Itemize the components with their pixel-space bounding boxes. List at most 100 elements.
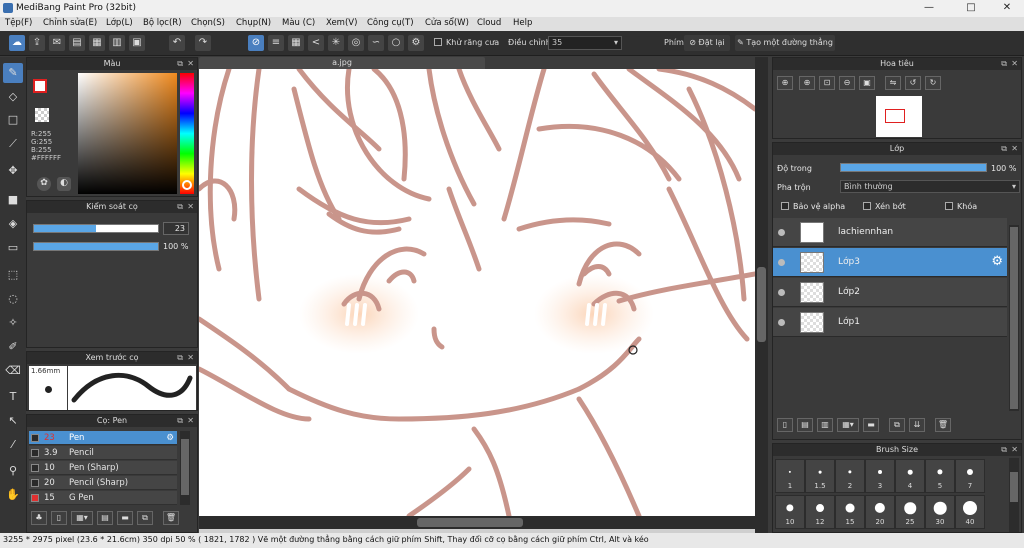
hue-handle[interactable] (182, 180, 192, 190)
brush-size-slider[interactable] (33, 224, 159, 233)
eye-icon[interactable] (778, 319, 785, 326)
viewport-indicator[interactable] (885, 109, 905, 123)
eye-icon[interactable] (778, 259, 785, 266)
palette-icon[interactable]: ✿ (37, 177, 51, 191)
actual-size-icon[interactable]: ▣ (859, 76, 875, 90)
brush-item[interactable]: 20 Pencil (Sharp) (29, 476, 177, 490)
menu-cloud[interactable]: Cloud (477, 18, 501, 28)
adjust-select[interactable]: 35 ▾ (548, 36, 622, 50)
bucket-tool-icon[interactable]: ◈ (3, 214, 23, 234)
float-icon[interactable]: ⧉ (1001, 143, 1007, 155)
float-icon[interactable]: ⧉ (177, 58, 183, 70)
close-icon[interactable]: ✕ (187, 201, 194, 213)
hue-slider[interactable] (180, 73, 194, 194)
grid-icon[interactable]: ▥ (109, 35, 125, 51)
brush-item[interactable]: 10 Pen (Sharp) (29, 461, 177, 475)
document-tab[interactable]: a.jpg (199, 57, 485, 69)
gear-icon[interactable]: ⚙ (991, 254, 1003, 269)
add-brush-icon[interactable]: ♣ (31, 511, 47, 525)
lock-checkbox[interactable]: Khóa (945, 202, 977, 211)
menu-filter[interactable]: Bộ lọc(R) (143, 18, 182, 28)
new-layer-8bit-icon[interactable]: ▤ (797, 418, 813, 432)
canvas[interactable] (199, 69, 768, 533)
menu-snap[interactable]: Chụp(N) (236, 18, 271, 28)
duplicate-icon[interactable]: ⧉ (137, 511, 153, 525)
eyedropper-tool-icon[interactable]: ⚲ (3, 461, 23, 481)
brush-tool-icon[interactable]: ✎ (3, 63, 23, 83)
gradient-tool-icon[interactable]: ▭ (3, 238, 23, 258)
brush-size-cell[interactable]: 2 (835, 459, 865, 493)
text-tool-icon[interactable]: T (3, 387, 23, 407)
brush-size-cell[interactable]: 15 (835, 495, 865, 529)
saturation-value-picker[interactable] (78, 73, 177, 194)
brush-size-value[interactable]: 23 (163, 222, 189, 235)
layer-row[interactable]: Lớp3 ⚙ (773, 248, 1007, 277)
layer-row[interactable]: lachiennhan (773, 218, 1007, 247)
crosshatch-snap-icon[interactable]: ▦ (288, 35, 304, 51)
page-icon[interactable]: ▦ (89, 35, 105, 51)
float-icon[interactable]: ⧉ (177, 201, 183, 213)
brush-size-cell[interactable]: 4 (895, 459, 925, 493)
float-icon[interactable]: ⧉ (177, 415, 183, 427)
brush-size-cell[interactable]: 3 (865, 459, 895, 493)
fit-icon[interactable]: ⊡ (819, 76, 835, 90)
divide-tool-icon[interactable]: ⁄ (3, 435, 23, 455)
zoom-in-icon[interactable]: ⊕ (777, 76, 793, 90)
vanish-snap-icon[interactable]: < (308, 35, 324, 51)
trash-icon[interactable]: 🗑 (163, 511, 179, 525)
maximize-icon[interactable]: □ (958, 0, 984, 17)
blur-tool-icon[interactable]: ⟋ (3, 134, 23, 154)
line-button[interactable]: ✎ Tạo một đường thẳng (735, 35, 835, 51)
menu-color[interactable]: Màu (C) (282, 18, 315, 28)
radial-snap-icon[interactable]: ✳ (328, 35, 344, 51)
close-icon[interactable]: ✕ (994, 0, 1020, 17)
protect-alpha-checkbox[interactable]: Bảo vệ alpha (781, 202, 845, 211)
zoom-out-icon[interactable]: ⊖ (839, 76, 855, 90)
new-layer-1bit-icon[interactable]: ▥ (817, 418, 833, 432)
brush-doc-icon[interactable]: ▤ (97, 511, 113, 525)
blend-mode-select[interactable]: Bình thường ▾ (840, 180, 1020, 193)
reset-button[interactable]: ⊘ Đặt lại (684, 35, 730, 51)
brush-list-scrollbar[interactable] (180, 431, 190, 505)
select-pen-icon[interactable]: ✐ (3, 337, 23, 357)
no-snap-icon[interactable]: ⊘ (248, 35, 264, 51)
navigator-thumbnail[interactable] (876, 96, 922, 137)
antialias-checkbox[interactable]: Khử răng cưa (434, 38, 499, 47)
brush-size-cell[interactable]: 7 (955, 459, 985, 493)
comment-icon[interactable]: ✉ (49, 35, 65, 51)
menu-tools[interactable]: Công cụ(T) (367, 18, 414, 28)
upload-icon[interactable]: ⇪ (29, 35, 45, 51)
close-icon[interactable]: ✕ (187, 415, 194, 427)
close-icon[interactable]: ✕ (1011, 143, 1018, 155)
operation-tool-icon[interactable]: ↖ (3, 411, 23, 431)
brush-size-cell[interactable]: 40 (955, 495, 985, 529)
layer-row[interactable]: Lớp1 (773, 308, 1007, 337)
fill-rect-tool-icon[interactable]: ■ (3, 190, 23, 210)
eye-icon[interactable] (778, 229, 785, 236)
undo-icon[interactable]: ↶ (169, 35, 185, 51)
parallel-snap-icon[interactable]: ≡ (268, 35, 284, 51)
close-icon[interactable]: ✕ (187, 352, 194, 364)
folder-icon[interactable]: ▬ (117, 511, 133, 525)
canvas-horizontal-scrollbar[interactable] (199, 516, 755, 529)
rotate-right-icon[interactable]: ↻ (925, 76, 941, 90)
brush-size-cell[interactable]: 30 (925, 495, 955, 529)
close-icon[interactable]: ✕ (1011, 444, 1018, 456)
hand-tool-icon[interactable]: ✋ (3, 485, 23, 505)
new-brush-icon[interactable]: ▯ (51, 511, 67, 525)
brush-size-cell[interactable]: 12 (805, 495, 835, 529)
new-layer-icon[interactable]: ▯ (777, 418, 793, 432)
brush-item[interactable]: 3.9 Pencil (29, 446, 177, 460)
float-icon[interactable]: ⧉ (1001, 58, 1007, 70)
eye-icon[interactable] (778, 289, 785, 296)
brush-size-scrollbar[interactable] (1009, 458, 1019, 532)
float-icon[interactable]: ⧉ (177, 352, 183, 364)
select-tool-icon[interactable]: ⬚ (3, 265, 23, 285)
folder-icon[interactable]: ▬ (863, 418, 879, 432)
brush-size-cell[interactable]: 1.5 (805, 459, 835, 493)
rotate-left-icon[interactable]: ↺ (905, 76, 921, 90)
brush-size-cell[interactable]: 1 (775, 459, 805, 493)
close-icon[interactable]: ✕ (1011, 58, 1018, 70)
menu-file[interactable]: Tệp(F) (5, 18, 32, 28)
menu-edit[interactable]: Chỉnh sửa(E) (43, 18, 97, 28)
